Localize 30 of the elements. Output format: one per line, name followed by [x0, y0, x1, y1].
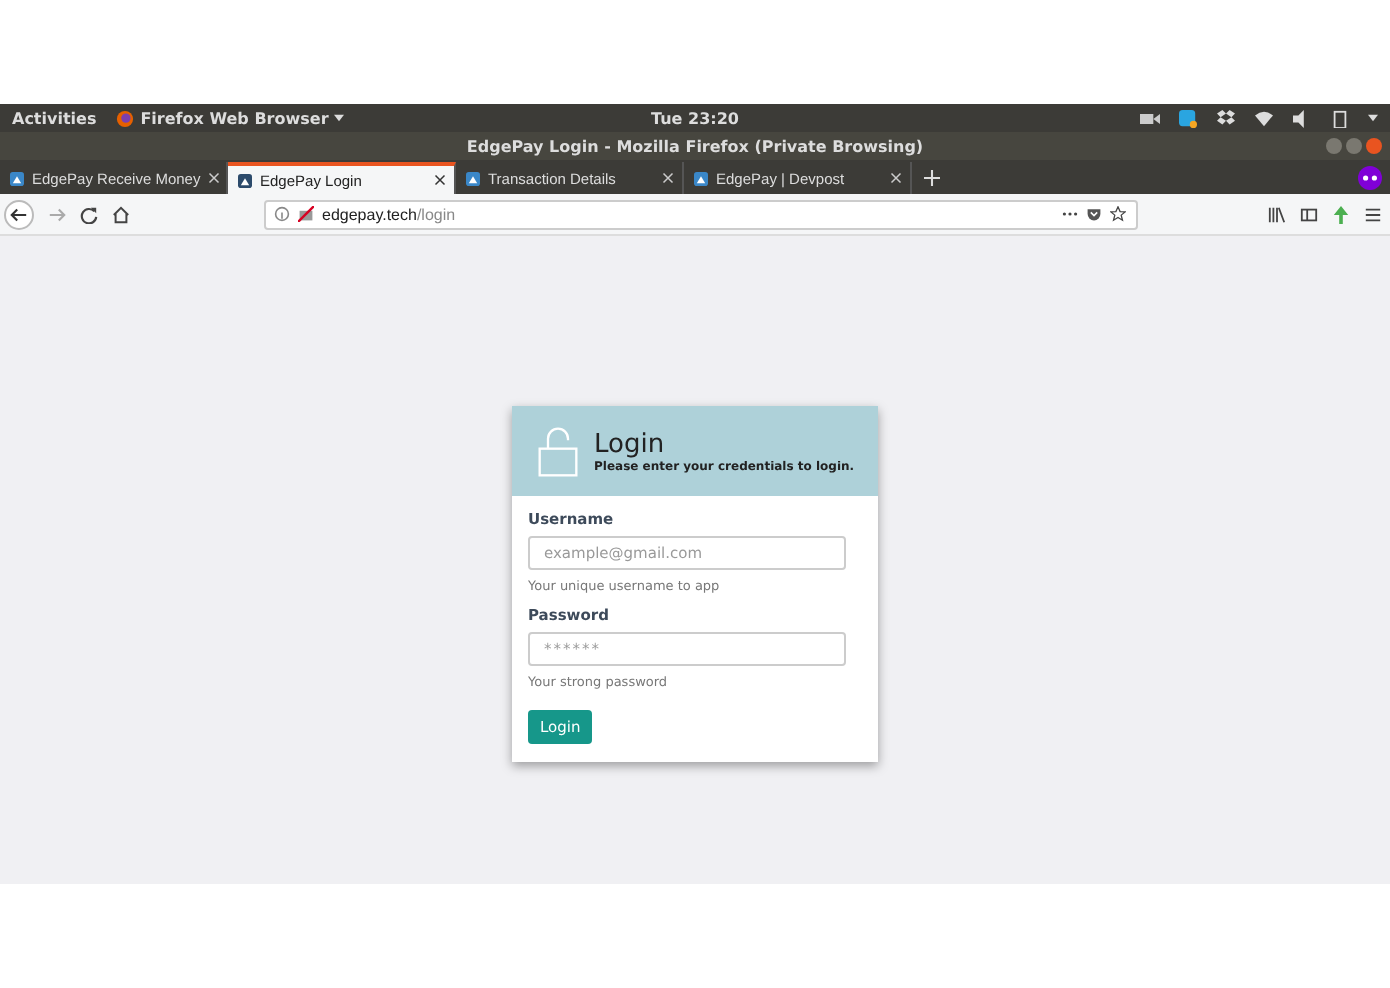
favicon-icon — [694, 171, 708, 185]
activities-button[interactable]: Activities — [12, 109, 97, 127]
reload-icon[interactable] — [80, 205, 98, 223]
favicon-icon — [10, 171, 24, 185]
star-icon[interactable] — [1110, 206, 1126, 222]
library-icon[interactable] — [1268, 205, 1286, 223]
address-bar[interactable]: edgepay.tech/login — [264, 199, 1138, 229]
favicon-icon — [466, 171, 480, 185]
caret-icon — [334, 114, 345, 122]
login-title: Login — [594, 429, 667, 459]
home-icon[interactable] — [112, 205, 130, 223]
close-button[interactable] — [1366, 138, 1382, 154]
caret-icon[interactable] — [1368, 114, 1379, 122]
new-tab-icon[interactable] — [924, 170, 940, 186]
app-menu[interactable]: Firefox Web Browser — [116, 109, 345, 127]
video-camera-icon[interactable] — [1140, 109, 1161, 127]
wifi-icon[interactable] — [1254, 109, 1275, 127]
menu-icon[interactable] — [1364, 205, 1382, 223]
back-arrow-icon — [10, 205, 28, 223]
window-title: EdgePay Login - Mozilla Firefox (Private Browsing) — [466, 137, 924, 155]
info-icon — [274, 206, 290, 222]
close-tab-icon[interactable] — [434, 174, 446, 186]
pocket-icon[interactable] — [1086, 206, 1102, 222]
more-icon[interactable] — [1062, 206, 1078, 222]
unlocked-padlock-icon — [538, 423, 578, 479]
back-button[interactable] — [4, 199, 34, 229]
favicon-icon — [238, 173, 252, 187]
url-text: edgepay.tech/login — [322, 205, 456, 223]
sidebar-icon[interactable] — [1300, 205, 1318, 223]
clock: Tue 23:20 — [651, 109, 739, 127]
